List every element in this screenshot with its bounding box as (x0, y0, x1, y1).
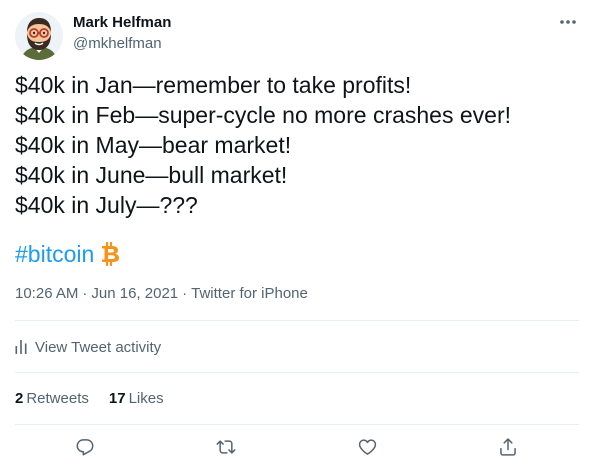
author-names: Mark Helfman @mkhelfman (73, 13, 171, 54)
likes-count: 17 (108, 390, 126, 407)
retweets-stat[interactable]: 2 Retweets (15, 389, 89, 409)
tweet-date[interactable]: Jun 16, 2021 (91, 285, 178, 302)
tweet-time[interactable]: 10:26 AM (15, 285, 78, 302)
retweet-button[interactable] (213, 434, 239, 460)
reply-icon (76, 439, 94, 456)
avatar[interactable] (15, 12, 63, 60)
tweet-line: $40k in July—??? (15, 192, 198, 218)
like-icon (358, 439, 376, 455)
like-button[interactable] (354, 434, 380, 460)
retweets-label: Retweets (26, 390, 89, 407)
analytics-icon (15, 340, 27, 354)
view-tweet-activity-label: View Tweet activity (35, 338, 162, 356)
author-handle[interactable]: @mkhelfman (73, 34, 171, 54)
more-dots-icon (560, 20, 576, 24)
retweet-icon (216, 440, 236, 454)
bearded-man-with-glasses-avatar-icon (15, 12, 63, 60)
hashtag-link[interactable]: #bitcoin (15, 239, 94, 269)
tweet-source[interactable]: Twitter for iPhone (191, 285, 308, 302)
tweet-actions (15, 434, 579, 460)
meta-separator: · (82, 285, 88, 302)
tweet-line: $40k in Jan—remember to take profits! (15, 72, 412, 98)
tweet-text: $40k in Jan—remember to take profits! $4… (15, 70, 579, 220)
bitcoin-icon (99, 241, 121, 267)
reply-button[interactable] (72, 434, 98, 460)
likes-stat[interactable]: 17 Likes (109, 389, 164, 409)
share-icon (500, 438, 516, 456)
divider (15, 372, 579, 373)
more-options-button[interactable] (557, 12, 579, 32)
tweet-line: $40k in Feb—super-cycle no more crashes … (15, 102, 511, 128)
meta-separator: · (182, 285, 188, 302)
tweet-line: $40k in June—bull market! (15, 162, 288, 188)
tweet-meta: 10:26 AM · Jun 16, 2021 · Twitter for iPhone (15, 284, 308, 304)
tweet-header: Mark Helfman @mkhelfman (15, 12, 579, 62)
hashtag-row: #bitcoin (15, 239, 121, 269)
likes-label: Likes (128, 390, 164, 407)
divider (15, 424, 579, 425)
view-tweet-activity-link[interactable]: View Tweet activity (15, 337, 161, 357)
tweet-line: $40k in May—bear market! (15, 132, 292, 158)
author-display-name[interactable]: Mark Helfman (73, 13, 171, 33)
divider (15, 320, 579, 321)
retweets-count: 2 (15, 390, 24, 407)
tweet-stats: 2 Retweets 17 Likes (15, 389, 184, 409)
share-button[interactable] (495, 434, 521, 460)
